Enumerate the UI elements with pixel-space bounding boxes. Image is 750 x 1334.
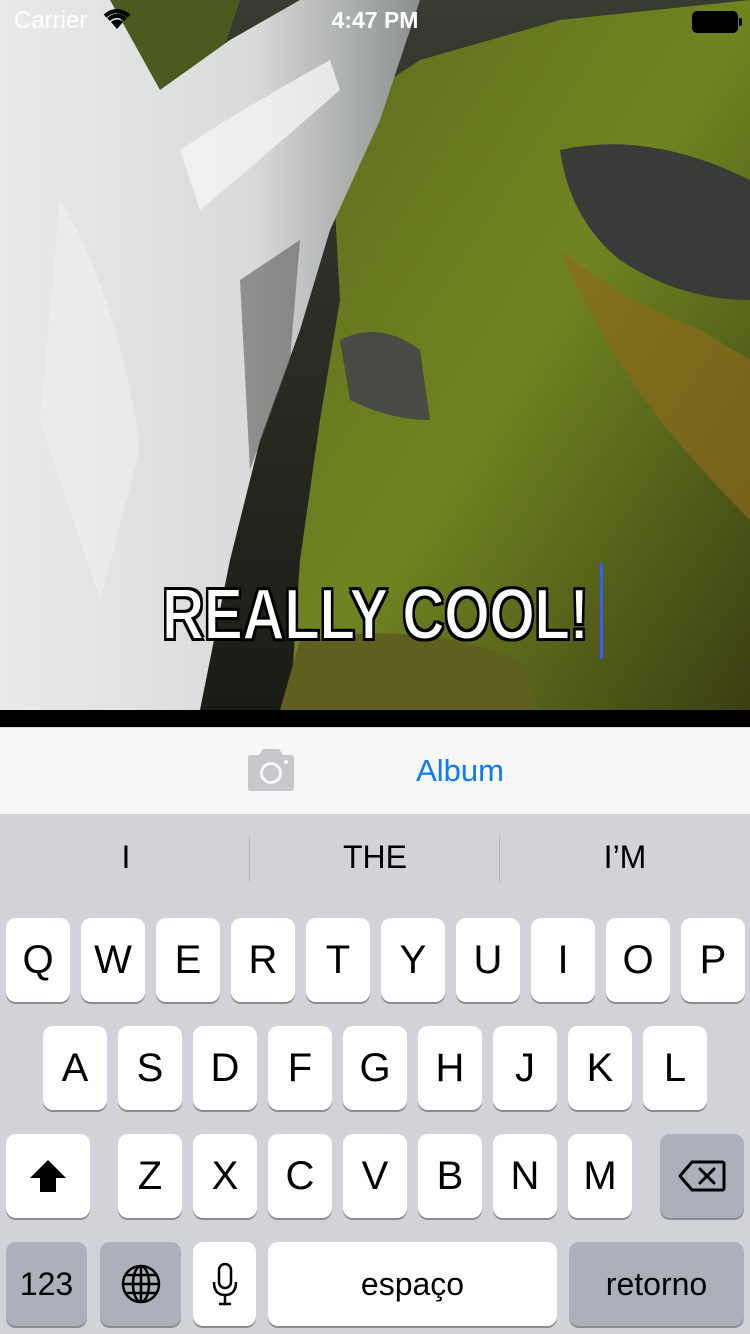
key-k[interactable]: K <box>568 1026 632 1110</box>
prediction-item[interactable]: I’M <box>501 832 749 882</box>
key-v[interactable]: V <box>343 1134 407 1218</box>
prediction-item[interactable]: I <box>2 832 250 882</box>
microphone-icon <box>212 1262 237 1306</box>
shift-key[interactable] <box>6 1134 90 1218</box>
meme-caption-text[interactable]: REALLY COOL! <box>161 570 590 660</box>
key-i[interactable]: I <box>531 918 595 1002</box>
key-l[interactable]: L <box>643 1026 707 1110</box>
status-bar: Carrier 4:47 PM <box>0 0 750 40</box>
key-r[interactable]: R <box>231 918 295 1002</box>
predictive-bar: I THE I’M <box>0 814 750 914</box>
key-e[interactable]: E <box>156 918 220 1002</box>
key-x[interactable]: X <box>193 1134 257 1218</box>
prediction-divider <box>499 836 500 882</box>
key-f[interactable]: F <box>268 1026 332 1110</box>
key-o[interactable]: O <box>606 918 670 1002</box>
return-key[interactable]: retorno <box>569 1242 744 1326</box>
source-toolbar: Album <box>0 727 750 815</box>
key-s[interactable]: S <box>118 1026 182 1110</box>
photo-bottom-border <box>0 710 750 727</box>
key-y[interactable]: Y <box>381 918 445 1002</box>
battery-icon <box>692 11 742 33</box>
key-m[interactable]: M <box>568 1134 632 1218</box>
key-j[interactable]: J <box>493 1026 557 1110</box>
key-a[interactable]: A <box>43 1026 107 1110</box>
key-z[interactable]: Z <box>118 1134 182 1218</box>
key-t[interactable]: T <box>306 918 370 1002</box>
key-p[interactable]: P <box>681 918 745 1002</box>
status-time: 4:47 PM <box>331 7 419 33</box>
key-u[interactable]: U <box>456 918 520 1002</box>
dictation-key[interactable] <box>193 1242 256 1326</box>
prediction-divider <box>249 836 250 882</box>
delete-key[interactable] <box>660 1134 744 1218</box>
caption-area[interactable]: REALLY COOL! <box>0 570 750 660</box>
numbers-key[interactable]: 123 <box>6 1242 87 1326</box>
globe-key[interactable] <box>100 1242 181 1326</box>
key-w[interactable]: W <box>81 918 145 1002</box>
camera-icon[interactable] <box>244 748 298 792</box>
key-c[interactable]: C <box>268 1134 332 1218</box>
key-n[interactable]: N <box>493 1134 557 1218</box>
album-button[interactable]: Album <box>380 748 540 794</box>
space-key[interactable]: espaço <box>268 1242 557 1326</box>
globe-icon <box>121 1264 160 1304</box>
key-d[interactable]: D <box>193 1026 257 1110</box>
key-b[interactable]: B <box>418 1134 482 1218</box>
keyboard: I THE I’M Q W E R T Y U I O P A S D F G … <box>0 814 750 1334</box>
shift-icon <box>30 1160 66 1192</box>
key-q[interactable]: Q <box>6 918 70 1002</box>
prediction-item[interactable]: THE <box>251 832 499 882</box>
delete-icon <box>678 1160 726 1192</box>
key-g[interactable]: G <box>343 1026 407 1110</box>
key-h[interactable]: H <box>418 1026 482 1110</box>
text-cursor <box>600 563 603 659</box>
